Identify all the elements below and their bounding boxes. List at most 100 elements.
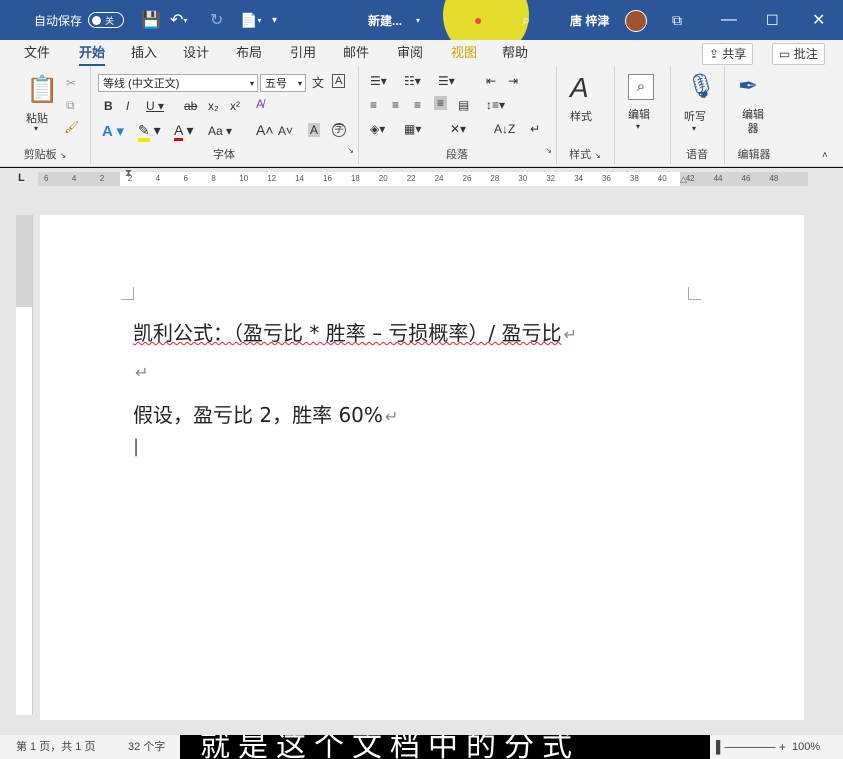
maximize-icon[interactable]: ☐ xyxy=(766,0,779,40)
italic-icon[interactable]: I xyxy=(126,99,129,113)
tab-selector-icon[interactable]: L xyxy=(18,172,25,184)
horizontal-ruler[interactable]: L 6 4 2 2 4 6 8 10 12 14 16 18 20 22 24 26 28 30 32 34 36 38 4… xyxy=(0,168,843,190)
bold-icon[interactable]: B xyxy=(104,99,113,113)
sort-icon[interactable]: A↓Z xyxy=(494,122,515,136)
doc-line-formula[interactable]: 凯利公式：（盈亏比 * 胜率 – 亏损概率）/ 盈亏比 ↵ xyxy=(133,317,577,346)
borders-icon[interactable]: ▦▾ xyxy=(404,122,421,136)
decrease-indent-icon[interactable]: ⇤ xyxy=(486,74,496,88)
ruler-number: 22 xyxy=(406,174,416,183)
document-page[interactable]: 凯利公式：（盈亏比 * 胜率 – 亏损概率）/ 盈亏比 ↵ ↵ 假设，盈亏比 2，… xyxy=(40,215,804,720)
text-effects-icon[interactable]: A ▾ xyxy=(102,122,124,140)
dictate-button[interactable]: 听写 xyxy=(684,108,706,124)
user-avatar[interactable] xyxy=(625,10,647,32)
cut-icon[interactable]: ✂ xyxy=(66,76,76,90)
subscript-icon[interactable]: x₂ xyxy=(208,99,219,113)
user-name[interactable]: 唐 梓津 xyxy=(570,0,609,40)
font-name-combo[interactable]: 等线 (中文正文) ▾ xyxy=(98,74,258,92)
tab-design[interactable]: 设计 xyxy=(183,40,209,66)
editor-icon[interactable]: ✒ xyxy=(738,72,758,101)
indent-marker[interactable]: ⧗ xyxy=(125,168,132,179)
justify-icon[interactable]: ≡ xyxy=(434,96,448,110)
line-spacing-icon[interactable]: ↕≡▾ xyxy=(486,98,505,112)
paste-icon[interactable]: 📋 xyxy=(26,74,58,105)
page-count[interactable]: 第 1 页，共 1 页 xyxy=(16,735,95,759)
redo-icon[interactable]: ↻ xyxy=(210,0,223,40)
vertical-ruler[interactable] xyxy=(16,215,33,715)
doc-line-assumption[interactable]: 假设，盈亏比 2，胜率 60% ↵ xyxy=(133,399,398,428)
ruler-number: 12 xyxy=(267,174,277,183)
editor-button[interactable]: 编辑器 xyxy=(738,108,768,136)
change-case-icon[interactable]: Aa ▾ xyxy=(208,124,232,138)
increase-indent-icon[interactable]: ⇥ xyxy=(508,74,518,88)
find-icon[interactable]: ⌕ xyxy=(628,74,654,100)
tab-review[interactable]: 审阅 xyxy=(397,40,423,66)
highlight-icon[interactable]: ✎ ▾ xyxy=(138,122,161,142)
strikethrough-icon[interactable]: ab xyxy=(184,99,197,113)
phonetic-guide-icon[interactable]: 文 xyxy=(312,74,324,91)
tab-mailings[interactable]: 邮件 xyxy=(343,40,369,66)
autosave-toggle[interactable]: 关 xyxy=(88,0,124,40)
customize-qat-icon[interactable]: ▾ xyxy=(272,0,277,40)
chinese-layout-icon[interactable]: ✕▾ xyxy=(450,122,466,136)
editing-group: ⌕ 编辑 ▾ xyxy=(614,66,671,164)
share-button[interactable]: ⇪ 共享 xyxy=(702,43,754,65)
styles-button[interactable]: 样式 xyxy=(570,108,592,124)
tab-help[interactable]: 帮助 xyxy=(502,40,528,66)
enclose-char-icon[interactable]: 字 xyxy=(332,123,346,137)
char-shading-icon[interactable]: A xyxy=(308,123,321,137)
shrink-font-icon[interactable]: A˅ xyxy=(278,124,293,138)
tab-view[interactable]: 视图 xyxy=(451,40,477,66)
grow-font-icon[interactable]: A˄ xyxy=(256,122,274,138)
font-size-combo[interactable]: 五号 ▾ xyxy=(260,74,306,92)
copy-icon[interactable]: ⧉ xyxy=(66,98,75,113)
word-count[interactable]: 32 个字 xyxy=(128,735,165,759)
ribbon: 📋 粘贴 ▾ ✂ ⧉ 🖌 剪贴板 ↘ 等线 (中文正文) ▾ 五号 ▾ 文 A B … xyxy=(0,66,843,167)
zoom-level[interactable]: 100% xyxy=(792,735,820,759)
align-left-icon[interactable]: ≡ xyxy=(370,98,377,112)
collapse-ribbon-icon[interactable]: ˄ xyxy=(822,150,828,161)
doc-line-empty[interactable]: ↵ xyxy=(133,359,148,383)
minimize-icon[interactable]: — xyxy=(721,0,737,40)
zoom-slider[interactable]: ▌────── + xyxy=(716,735,786,759)
ruler-number: 48 xyxy=(769,174,779,183)
styles-icon[interactable]: A xyxy=(570,72,589,104)
char-border-icon[interactable]: A xyxy=(332,74,346,88)
tab-references[interactable]: 引用 xyxy=(290,40,316,66)
close-icon[interactable]: ✕ xyxy=(812,0,825,40)
show-marks-icon[interactable]: ↵ xyxy=(530,122,540,136)
editor-group-label: 编辑器 xyxy=(737,149,771,161)
font-color-icon[interactable]: A ▾ xyxy=(174,122,194,141)
touch-mode-icon[interactable]: 📄 ▾ xyxy=(240,0,261,40)
shading-icon[interactable]: ◈▾ xyxy=(370,122,385,136)
ruler-number: 42 xyxy=(685,174,695,183)
save-icon[interactable]: 💾 xyxy=(141,0,161,40)
tab-file[interactable]: 文件 xyxy=(24,40,50,66)
right-indent-marker[interactable]: △ xyxy=(680,174,687,185)
tab-layout[interactable]: 布局 xyxy=(236,40,262,66)
paste-dropdown-icon[interactable]: ▾ xyxy=(34,124,38,133)
ribbon-display-icon[interactable]: ⧉ xyxy=(672,0,682,40)
underline-icon[interactable]: U ▾ xyxy=(146,99,164,113)
multilevel-list-icon[interactable]: ☰▾ xyxy=(438,74,455,88)
microphone-icon[interactable]: 🎙 xyxy=(686,72,716,101)
ruler-number: 44 xyxy=(713,174,723,183)
dictate-dropdown-icon[interactable]: ▾ xyxy=(692,124,696,133)
ruler-number: 18 xyxy=(350,174,360,183)
superscript-icon[interactable]: x² xyxy=(230,99,240,113)
undo-icon[interactable]: ↶ ▾ xyxy=(170,0,187,40)
clear-format-icon[interactable]: A̸ xyxy=(256,97,264,111)
search-icon[interactable]: ⌕ xyxy=(522,0,530,40)
tab-insert[interactable]: 插入 xyxy=(131,40,157,66)
align-right-icon[interactable]: ≡ xyxy=(414,98,421,112)
margin-corner-tr xyxy=(688,287,701,300)
distributed-icon[interactable]: ▤ xyxy=(458,98,469,112)
format-painter-icon[interactable]: 🖌 xyxy=(64,120,79,134)
tab-home[interactable]: 开始 xyxy=(79,40,106,66)
bullets-icon[interactable]: ☰▾ xyxy=(370,74,387,88)
comment-button[interactable]: ▭ 批注 xyxy=(772,43,825,65)
numbering-icon[interactable]: ☷▾ xyxy=(404,74,421,88)
align-center-icon[interactable]: ≡ xyxy=(392,98,399,112)
editing-button[interactable]: 编辑 xyxy=(628,106,650,122)
video-subtitle: 就是这个文档中的分式 xyxy=(180,735,710,759)
editing-dropdown-icon[interactable]: ▾ xyxy=(636,122,640,131)
